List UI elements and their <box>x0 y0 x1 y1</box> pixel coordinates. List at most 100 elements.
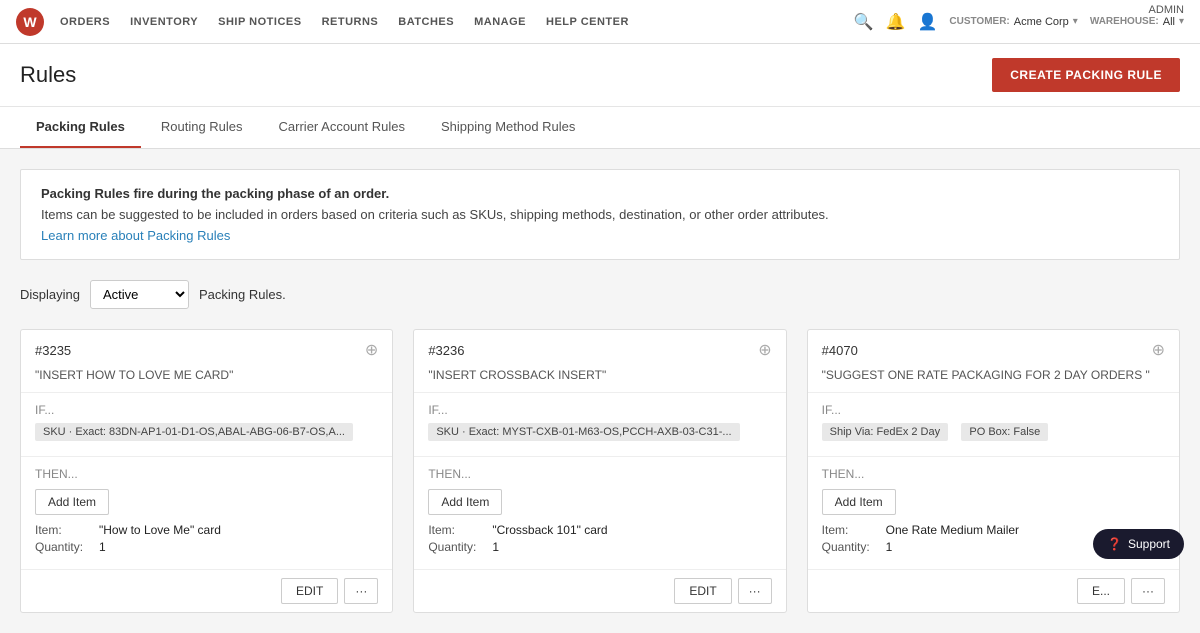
filter-row: Displaying Active Inactive All Packing R… <box>20 280 1180 309</box>
then-section-3235: THEN... Add Item Item: "How to Love Me" … <box>21 457 392 563</box>
more-button-3235[interactable]: ··· <box>344 578 378 604</box>
if-section-3236: IF... SKU · Exact: MYST-CXB-01-M63-OS,PC… <box>414 393 785 456</box>
tab-routing-rules[interactable]: Routing Rules <box>145 107 259 148</box>
item-key-4070: Item: <box>822 523 882 537</box>
card-footer-4070: E... ··· <box>808 569 1179 612</box>
nav-help-center[interactable]: HELP CENTER <box>546 2 629 42</box>
add-item-button-3236[interactable]: Add Item <box>428 489 502 515</box>
then-label-4070: THEN... <box>822 467 1165 481</box>
admin-label: ADMIN <box>1149 4 1184 16</box>
item-key-3235: Item: <box>35 523 95 537</box>
customer-label: CUSTOMER: <box>949 16 1009 27</box>
tabs-bar: Packing Rules Routing Rules Carrier Acco… <box>0 107 1200 149</box>
user-icon[interactable]: 👤 <box>917 12 937 32</box>
condition-tag-3236: SKU · Exact: MYST-CXB-01-M63-OS,PCCH-AXB… <box>428 423 739 441</box>
more-button-3236[interactable]: ··· <box>738 578 772 604</box>
page-title: Rules <box>20 62 76 88</box>
app-logo[interactable]: W <box>16 8 44 36</box>
page-header: Rules CREATE PACKING RULE <box>0 44 1200 107</box>
condition-tag-3235: SKU · Exact: 83DN-AP1-01-D1-OS,ABAL-ABG-… <box>35 423 353 441</box>
top-nav: W ORDERS INVENTORY SHIP NOTICES RETURNS … <box>0 0 1200 44</box>
quantity-val-3235: 1 <box>99 540 106 554</box>
customer-value: Acme Corp <box>1014 16 1069 28</box>
card-id-3236: #3236 <box>428 343 464 358</box>
nav-inventory[interactable]: INVENTORY <box>130 2 198 42</box>
if-label-3235: IF... <box>35 403 378 417</box>
support-icon: ❓ <box>1107 537 1122 551</box>
info-box: Packing Rules fire during the packing ph… <box>20 169 1180 260</box>
page-content: Packing Rules fire during the packing ph… <box>0 149 1200 633</box>
nav-links: ORDERS INVENTORY SHIP NOTICES RETURNS BA… <box>60 2 854 42</box>
edit-button-3236[interactable]: EDIT <box>674 578 731 604</box>
cards-grid: #3235 ⊕ "INSERT HOW TO LOVE ME CARD" IF.… <box>20 329 1180 613</box>
packing-rule-card-3235: #3235 ⊕ "INSERT HOW TO LOVE ME CARD" IF.… <box>20 329 393 613</box>
drag-handle-icon-4070[interactable]: ⊕ <box>1152 340 1165 360</box>
bell-icon[interactable]: 🔔 <box>886 12 906 32</box>
customer-group: CUSTOMER: Acme Corp ▾ <box>949 16 1077 28</box>
quantity-key-3236: Quantity: <box>428 540 488 554</box>
drag-handle-icon-3235[interactable]: ⊕ <box>365 340 378 360</box>
then-label-3235: THEN... <box>35 467 378 481</box>
drag-handle-icon-3236[interactable]: ⊕ <box>758 340 771 360</box>
warehouse-group: WAREHOUSE: All ▾ <box>1090 16 1184 28</box>
card-id-3235: #3235 <box>35 343 71 358</box>
packing-rule-card-3236: #3236 ⊕ "INSERT CROSSBACK INSERT" IF... … <box>413 329 786 613</box>
edit-button-4070[interactable]: E... <box>1077 578 1125 604</box>
item-val-3236: "Crossback 101" card <box>492 523 607 537</box>
nav-orders[interactable]: ORDERS <box>60 2 110 42</box>
card-header-3236: #3236 ⊕ <box>414 330 785 368</box>
item-row-key-3235: Item: "How to Love Me" card <box>35 523 378 537</box>
add-item-button-3235[interactable]: Add Item <box>35 489 109 515</box>
warehouse-value: All <box>1163 16 1175 28</box>
tab-carrier-account-rules[interactable]: Carrier Account Rules <box>263 107 421 148</box>
tab-packing-rules[interactable]: Packing Rules <box>20 107 141 148</box>
condition-tag-4070-0: Ship Via: FedEx 2 Day <box>822 423 948 441</box>
warehouse-label: WAREHOUSE: <box>1090 16 1159 27</box>
if-section-3235: IF... SKU · Exact: 83DN-AP1-01-D1-OS,ABA… <box>21 393 392 456</box>
nav-ship-notices[interactable]: SHIP NOTICES <box>218 2 301 42</box>
item-val-3235: "How to Love Me" card <box>99 523 221 537</box>
card-footer-3236: EDIT ··· <box>414 569 785 612</box>
more-button-4070[interactable]: ··· <box>1131 578 1165 604</box>
nav-right: 🔍 🔔 👤 CUSTOMER: Acme Corp ▾ WAREHOUSE: A… <box>854 12 1184 32</box>
card-footer-3235: EDIT ··· <box>21 569 392 612</box>
quantity-val-4070: 1 <box>886 540 893 554</box>
add-item-button-4070[interactable]: Add Item <box>822 489 896 515</box>
info-link[interactable]: Learn more about Packing Rules <box>41 228 230 243</box>
nav-manage[interactable]: MANAGE <box>474 2 526 42</box>
quantity-row-3235: Quantity: 1 <box>35 540 378 554</box>
filter-suffix: Packing Rules. <box>199 287 286 302</box>
info-text: Items can be suggested to be included in… <box>41 207 1159 222</box>
card-header-4070: #4070 ⊕ <box>808 330 1179 368</box>
edit-button-3235[interactable]: EDIT <box>281 578 338 604</box>
customer-warehouse: CUSTOMER: Acme Corp ▾ WAREHOUSE: All ▾ <box>949 16 1184 28</box>
card-id-4070: #4070 <box>822 343 858 358</box>
filter-select[interactable]: Active Inactive All <box>90 280 189 309</box>
quantity-row-3236: Quantity: 1 <box>428 540 771 554</box>
if-label-4070: IF... <box>822 403 1165 417</box>
item-key-3236: Item: <box>428 523 488 537</box>
tab-shipping-method-rules[interactable]: Shipping Method Rules <box>425 107 591 148</box>
search-icon[interactable]: 🔍 <box>854 12 874 32</box>
quantity-key-4070: Quantity: <box>822 540 882 554</box>
item-val-4070: One Rate Medium Mailer <box>886 523 1019 537</box>
packing-rule-card-4070: #4070 ⊕ "SUGGEST ONE RATE PACKAGING FOR … <box>807 329 1180 613</box>
filter-label: Displaying <box>20 287 80 302</box>
card-header-3235: #3235 ⊕ <box>21 330 392 368</box>
if-label-3236: IF... <box>428 403 771 417</box>
if-section-4070: IF... Ship Via: FedEx 2 Day PO Box: Fals… <box>808 393 1179 456</box>
quantity-key-3235: Quantity: <box>35 540 95 554</box>
condition-tag-4070-1: PO Box: False <box>961 423 1048 441</box>
item-row-key-3236: Item: "Crossback 101" card <box>428 523 771 537</box>
warehouse-arrow-icon[interactable]: ▾ <box>1179 16 1184 27</box>
then-section-3236: THEN... Add Item Item: "Crossback 101" c… <box>414 457 785 563</box>
customer-arrow-icon[interactable]: ▾ <box>1073 16 1078 27</box>
create-packing-rule-button[interactable]: CREATE PACKING RULE <box>992 58 1180 92</box>
card-name-4070: "SUGGEST ONE RATE PACKAGING FOR 2 DAY OR… <box>808 368 1179 393</box>
support-label: Support <box>1128 537 1170 551</box>
nav-returns[interactable]: RETURNS <box>322 2 379 42</box>
card-name-3236: "INSERT CROSSBACK INSERT" <box>414 368 785 393</box>
quantity-val-3236: 1 <box>492 540 499 554</box>
support-button[interactable]: ❓ Support <box>1093 529 1184 559</box>
nav-batches[interactable]: BATCHES <box>398 2 454 42</box>
